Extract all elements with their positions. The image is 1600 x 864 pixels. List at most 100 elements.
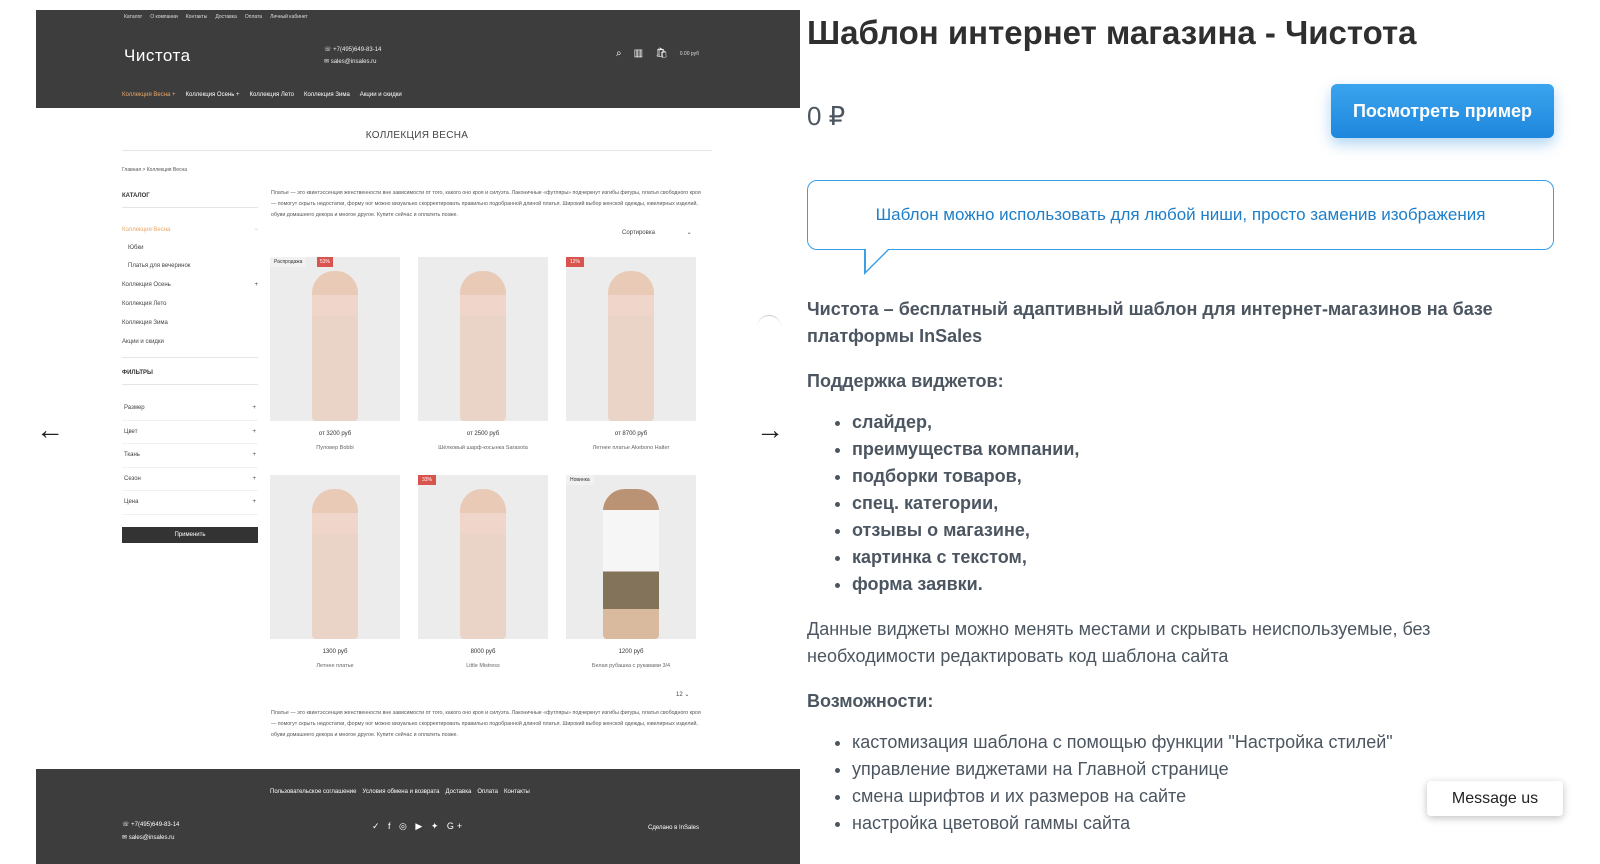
preview-catalog-item: Платья для вечеринок bbox=[122, 257, 258, 275]
preview-category: Акции и скидки bbox=[359, 92, 402, 98]
preview-catalog-item: Акции и скидки bbox=[122, 332, 258, 351]
view-demo-button[interactable]: Посмотреть пример bbox=[1331, 84, 1554, 138]
model-figure bbox=[460, 489, 506, 639]
preview-apply-button: Применить bbox=[122, 526, 258, 543]
preview-header-icons: ⌕ ▥ 🛍 0.00 руб bbox=[616, 48, 699, 59]
model-figure bbox=[460, 271, 506, 421]
preview-footer-email: ✉ sales@insales.ru bbox=[122, 835, 175, 841]
preview-filter-item: Цвет + bbox=[122, 421, 258, 444]
preview-filters-heading: ФИЛЬТРЫ bbox=[122, 370, 153, 376]
product-price: от 2500 руб bbox=[466, 431, 500, 437]
plus-icon: + bbox=[252, 405, 256, 412]
product-image bbox=[270, 475, 400, 639]
preview-footer: Пользовательское соглашение Условия обме… bbox=[36, 769, 800, 864]
plus-icon: + bbox=[252, 452, 256, 459]
product-name: Пуловер Bobbi bbox=[316, 445, 354, 451]
product-price: от 3200 руб bbox=[318, 431, 352, 437]
widgets-note: Данные виджеты можно менять местами и ск… bbox=[807, 619, 1431, 666]
preview-catalog-item-label: Юбки bbox=[128, 245, 144, 251]
preview-product-card: Новинка 1200 руб Белая рубашка с рукавами … bbox=[566, 475, 696, 669]
preview-product-card: 12% от 8700 руб Летнее платье Akebono Halt… bbox=[566, 257, 696, 451]
widgets-heading: Поддержка виджетов: bbox=[807, 371, 1004, 391]
divider bbox=[122, 207, 258, 208]
preview-header: Каталог О компании Контакты Доставка Опл… bbox=[36, 10, 800, 108]
preview-filter-list: Размер + Цвет + Ткань + Сезон + Цена + bbox=[122, 397, 258, 515]
preview-top-nav-item: Личный кабинет bbox=[270, 14, 308, 20]
preview-filter-item: Сезон + bbox=[122, 468, 258, 491]
preview-filter-label: Цвет bbox=[124, 428, 138, 435]
product-image: Новинка bbox=[566, 475, 696, 639]
product-description: Чистота – бесплатный адаптивный шаблон д… bbox=[807, 296, 1547, 837]
preview-catalog-heading: КАТАЛОГ bbox=[122, 193, 150, 199]
preview-filter-item: Размер + bbox=[122, 397, 258, 421]
preview-product-card: 33% 8000 руб Little Mistress bbox=[418, 475, 548, 669]
compare-icon: ▥ bbox=[633, 48, 644, 59]
preview-top-nav-item: Доставка bbox=[215, 14, 237, 20]
social-icons: ✓ f ◎ ▶ ✦ G+ bbox=[372, 821, 466, 831]
preview-catalog-item-label: Акции и скидки bbox=[122, 338, 164, 345]
preview-category: Коллекция Зима bbox=[303, 92, 350, 98]
divider bbox=[122, 150, 712, 151]
product-badge: 12% bbox=[566, 257, 585, 267]
preview-product-card: от 2500 руб Шёлковый шарф-косынка Sarasot… bbox=[418, 257, 548, 451]
preview-top-nav-item: Контакты bbox=[185, 14, 208, 20]
preview-catalog-list: Коллекция Весна − Юбки Платья для вечеринок… bbox=[122, 220, 258, 351]
preview-product-grid: Распродажа 53% от 3200 руб Пуловер Bobbi от … bbox=[270, 257, 710, 669]
product-image bbox=[418, 257, 548, 421]
product-discount-badge: 53% bbox=[317, 257, 334, 267]
feature-item: кастомизация шаблона с помощью функции "… bbox=[852, 729, 1547, 756]
preview-catalog-item: Коллекция Осень + bbox=[122, 275, 258, 294]
preview-catalog-item-label: Коллекция Осень bbox=[122, 281, 171, 288]
feature-item: управление виджетами на Главной странице bbox=[852, 756, 1547, 783]
preview-filter-item: Цена + bbox=[122, 491, 258, 515]
divider bbox=[122, 357, 258, 358]
product-price: от 8700 руб bbox=[614, 431, 648, 437]
preview-contacts: ☏ +7(495)649-83-14 ✉ sales@insales.ru bbox=[324, 44, 381, 68]
model-figure bbox=[608, 271, 654, 421]
widgets-list: слайдер,преимущества компании,подборки т… bbox=[807, 409, 1547, 598]
expand-icon: − bbox=[254, 226, 258, 233]
preview-footer-link: Условия обмена и возврата bbox=[362, 789, 440, 795]
bubble-tail bbox=[866, 249, 888, 271]
preview-category: Коллекция Весна + bbox=[122, 92, 176, 98]
preview-footer-link: Оплата bbox=[477, 789, 498, 795]
template-preview: Каталог О компании Контакты Доставка Опл… bbox=[36, 10, 800, 864]
preview-product-card: Распродажа 53% от 3200 руб Пуловер Bobbi bbox=[270, 257, 400, 451]
product-name: Шёлковый шарф-косынка Sarasota bbox=[438, 445, 528, 451]
preview-footer-links: Пользовательское соглашение Условия обме… bbox=[270, 789, 530, 795]
widget-item: форма заявки. bbox=[852, 571, 1547, 598]
preview-footer-contacts: ☏ +7(495)649-83-14 ✉ sales@insales.ru bbox=[122, 819, 179, 845]
preview-category: Коллекция Осень + bbox=[185, 92, 240, 98]
preview-top-nav: Каталог О компании Контакты Доставка Опл… bbox=[124, 14, 308, 20]
slider-next-arrow-icon[interactable]: → bbox=[756, 416, 784, 444]
preview-filter-label: Размер bbox=[124, 405, 145, 412]
preview-footer-link: Контакты bbox=[503, 789, 530, 795]
product-title: Шаблон интернет магазина - Чистота bbox=[807, 14, 1417, 51]
message-us-button[interactable]: Message us bbox=[1427, 781, 1563, 816]
plus-icon: + bbox=[252, 475, 256, 482]
search-icon: ⌕ bbox=[616, 48, 622, 59]
slider-prev-arrow-icon[interactable]: ← bbox=[36, 416, 64, 444]
widget-item: преимущества компании, bbox=[852, 436, 1547, 463]
preview-footer-made: Сделано в InSales bbox=[648, 825, 699, 831]
product-price: 0 ₽ bbox=[807, 101, 846, 131]
preview-catalog-item: Коллекция Лето bbox=[122, 294, 258, 313]
preview-category-nav: Коллекция Весна + Коллекция Осень + Колл… bbox=[122, 92, 402, 98]
preview-page-title: КОЛЛЕКЦИЯ ВЕСНА bbox=[365, 130, 469, 141]
preview-footer-link: Доставка bbox=[445, 789, 472, 795]
preview-top-nav-item: Каталог bbox=[124, 14, 143, 20]
product-badge: 33% bbox=[418, 475, 437, 485]
preview-sidebar: КАТАЛОГ Коллекция Весна − Юбки Платья для в… bbox=[122, 193, 258, 543]
preview-catalog-item-label: Коллекция Весна bbox=[122, 226, 171, 233]
preview-catalog-item: Юбки bbox=[122, 239, 258, 257]
widget-item: картинка с текстом, bbox=[852, 544, 1547, 571]
product-price: 1200 руб bbox=[618, 649, 644, 655]
product-name: Little Mistress bbox=[466, 663, 500, 669]
preview-email: ✉ sales@insales.ru bbox=[324, 59, 377, 65]
product-image: 33% bbox=[418, 475, 548, 639]
features-heading: Возможности: bbox=[807, 691, 934, 711]
preview-sort: Сортировка ⌄ bbox=[622, 230, 692, 236]
divider bbox=[122, 384, 258, 385]
product-badge: Новинка bbox=[566, 475, 594, 485]
plus-icon: + bbox=[252, 499, 256, 506]
